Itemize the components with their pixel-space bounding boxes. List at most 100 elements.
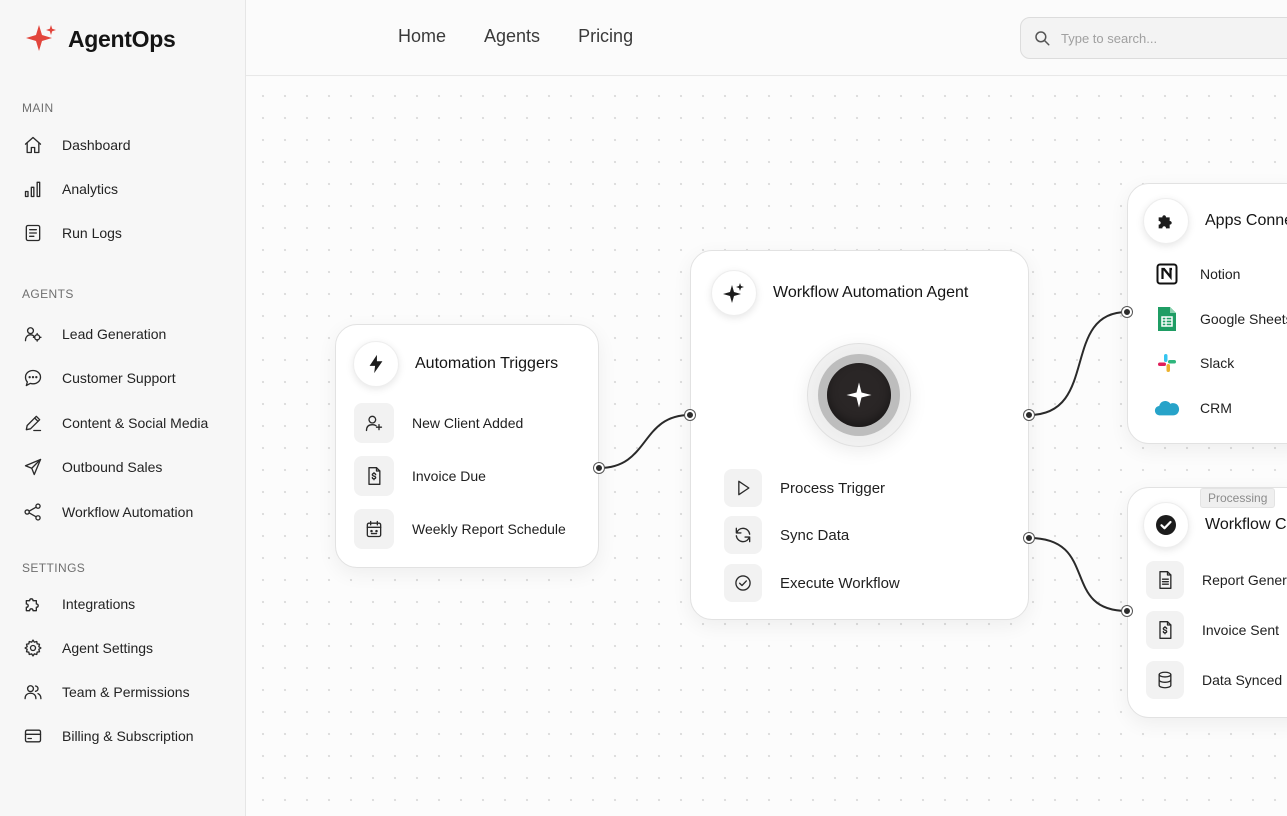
section-label-settings: SETTINGS: [22, 561, 86, 575]
port-agent-in[interactable]: [685, 410, 695, 420]
app-item-label: CRM: [1200, 400, 1232, 416]
sidebar-item-label: Billing & Subscription: [62, 728, 194, 744]
send-icon: [22, 456, 44, 478]
database-icon: [1146, 661, 1184, 699]
sidebar-item-label: Agent Settings: [62, 640, 154, 656]
team-icon: [22, 681, 44, 703]
calendar-icon: [354, 509, 394, 549]
user-plus-icon: [354, 403, 394, 443]
sparkle-logo-icon: [26, 25, 56, 51]
agent-step-label: Execute Workflow: [780, 574, 900, 592]
search-icon: [1035, 31, 1050, 46]
salesforce-cloud-icon: [1154, 395, 1180, 421]
sidebar-item-outbound-sales[interactable]: Outbound Sales: [22, 451, 232, 483]
invoice-icon: [354, 456, 394, 496]
output-item[interactable]: Report Genera: [1146, 561, 1287, 599]
app-item[interactable]: Notion: [1154, 261, 1240, 287]
search-input[interactable]: [1061, 30, 1281, 46]
sidebar-item-label: Dashboard: [62, 137, 131, 153]
puzzle-icon: [1143, 198, 1189, 244]
google-sheets-icon: [1154, 306, 1180, 332]
users-gear-icon: [22, 323, 44, 345]
search-box[interactable]: [1020, 17, 1287, 59]
sidebar-item-lead-generation[interactable]: Lead Generation: [22, 318, 232, 350]
triggers-card-title: Automation Triggers: [415, 355, 559, 372]
agent-step[interactable]: Sync Data: [724, 516, 849, 554]
trigger-item[interactable]: New Client Added: [354, 403, 523, 443]
share-nodes-icon: [22, 501, 44, 523]
output-item[interactable]: Invoice Sent: [1146, 611, 1279, 649]
apps-card-header: Apps Connec: [1143, 198, 1287, 244]
sparkle-icon: [846, 382, 872, 408]
agent-status-orb[interactable]: [807, 343, 911, 447]
home-icon: [22, 134, 44, 156]
app-item[interactable]: CRM: [1154, 395, 1232, 421]
trigger-item-label: Weekly Report Schedule: [412, 521, 566, 537]
trigger-item-label: New Client Added: [412, 415, 524, 431]
port-triggers-out[interactable]: [594, 463, 604, 473]
brand-logo[interactable]: AgentOps: [24, 22, 176, 56]
app-item[interactable]: Slack: [1154, 350, 1234, 376]
port-agent-out-outputs[interactable]: [1024, 533, 1034, 543]
sidebar-item-run-logs[interactable]: Run Logs: [22, 217, 232, 249]
play-icon: [724, 469, 762, 507]
sidebar-item-customer-support[interactable]: Customer Support: [22, 362, 232, 394]
sidebar-item-label: Content & Social Media: [62, 415, 209, 431]
trigger-item[interactable]: Weekly Report Schedule: [354, 509, 566, 549]
agent-step-label: Process Trigger: [780, 479, 886, 497]
output-item[interactable]: Data Synced: [1146, 661, 1282, 699]
triggers-card[interactable]: Automation Triggers New Client Added Inv…: [335, 324, 599, 568]
top-nav: Home Agents Pricing: [398, 26, 633, 47]
sidebar-item-label: Team & Permissions: [62, 684, 190, 700]
output-item-label: Invoice Sent: [1202, 622, 1280, 638]
trigger-item-label: Invoice Due: [412, 468, 486, 484]
nav-link-home[interactable]: Home: [398, 26, 446, 47]
check-circle-icon: [724, 564, 762, 602]
sidebar-item-billing[interactable]: Billing & Subscription: [22, 720, 232, 752]
document-icon: [1146, 561, 1184, 599]
apps-card-title: Apps Connec: [1205, 212, 1287, 229]
outputs-card[interactable]: Workflow Co Report Genera Invoice Sent D…: [1127, 487, 1287, 718]
sidebar-item-label: Lead Generation: [62, 326, 167, 342]
top-bar: Home Agents Pricing: [246, 0, 1287, 76]
agent-step[interactable]: Execute Workflow: [724, 564, 900, 602]
sidebar-item-label: Analytics: [62, 181, 119, 197]
sidebar-item-team-permissions[interactable]: Team & Permissions: [22, 676, 232, 708]
section-label-agents: AGENTS: [22, 287, 74, 301]
sidebar-item-content-social[interactable]: Content & Social Media: [22, 407, 232, 439]
check-circle-icon: [1143, 502, 1189, 548]
nav-link-agents[interactable]: Agents: [484, 26, 540, 47]
trigger-item[interactable]: Invoice Due: [354, 456, 486, 496]
output-item-label: Data Synced: [1202, 672, 1283, 688]
agent-step[interactable]: Process Trigger: [724, 469, 885, 507]
app-item-label: Notion: [1200, 266, 1241, 282]
apps-card[interactable]: Apps Connec Notion Google Sheets Slack C…: [1127, 183, 1287, 444]
app-item[interactable]: Google Sheets: [1154, 306, 1287, 332]
bar-chart-icon: [22, 178, 44, 200]
port-apps-in[interactable]: [1122, 307, 1132, 317]
agent-step-label: Sync Data: [780, 526, 850, 544]
invoice-icon: [1146, 611, 1184, 649]
sidebar-item-analytics[interactable]: Analytics: [22, 173, 232, 205]
agent-card[interactable]: Workflow Automation Agent Process Trigge…: [690, 250, 1029, 620]
sidebar-item-integrations[interactable]: Integrations: [22, 588, 232, 620]
sidebar-item-agent-settings[interactable]: Agent Settings: [22, 632, 232, 664]
gear-icon: [22, 637, 44, 659]
lightning-icon: [353, 341, 399, 387]
chat-icon: [22, 367, 44, 389]
sidebar-item-label: Workflow Automation: [62, 504, 194, 520]
app-item-label: Slack: [1200, 355, 1235, 371]
slack-icon: [1154, 350, 1180, 376]
status-badge: Processing: [1200, 488, 1276, 508]
outputs-card-header: Workflow Co: [1143, 502, 1287, 548]
brand-name: AgentOps: [68, 25, 176, 52]
log-icon: [22, 222, 44, 244]
sidebar-item-label: Integrations: [62, 596, 136, 612]
sidebar-item-label: Outbound Sales: [62, 459, 163, 475]
port-agent-out-apps[interactable]: [1024, 410, 1034, 420]
port-outputs-in[interactable]: [1122, 606, 1132, 616]
sidebar-item-dashboard[interactable]: Dashboard: [22, 129, 232, 161]
sidebar-item-workflow-automation[interactable]: Workflow Automation: [22, 496, 232, 528]
sidebar-item-label: Customer Support: [62, 370, 176, 386]
nav-link-pricing[interactable]: Pricing: [578, 26, 633, 47]
